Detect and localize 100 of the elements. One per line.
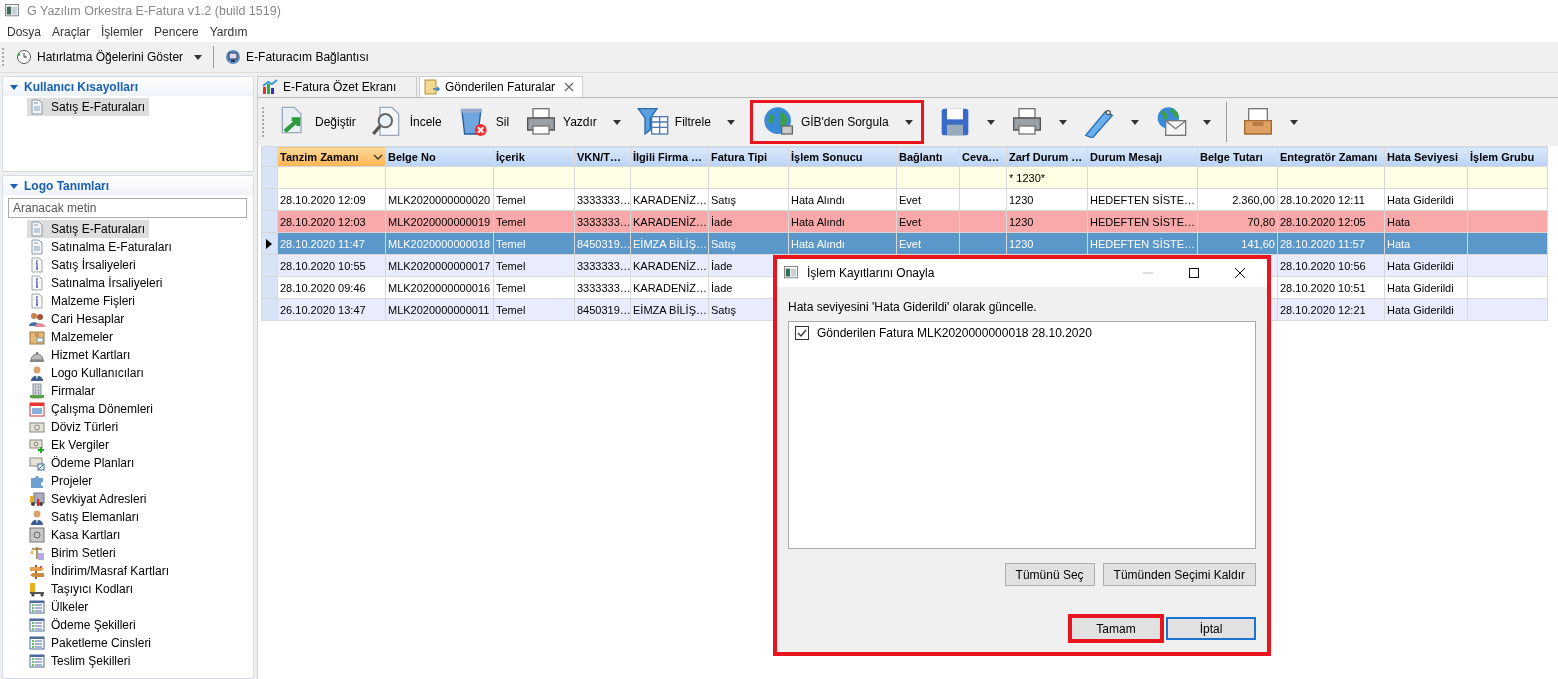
sidebar-item[interactable]: Logo Kullanıcıları bbox=[27, 364, 148, 382]
dialog-button[interactable]: Tamam bbox=[1071, 617, 1161, 640]
building-icon bbox=[29, 383, 45, 399]
truck-icon bbox=[29, 491, 45, 507]
table-cell: HEDEFTEN SİSTE… bbox=[1087, 188, 1198, 211]
column-header[interactable]: VKN/T… bbox=[574, 146, 631, 167]
info-document-icon bbox=[29, 293, 45, 309]
sidebar-item[interactable]: Teslim Şekilleri bbox=[27, 652, 135, 670]
chart-icon bbox=[262, 79, 278, 95]
caret-icon bbox=[1130, 119, 1139, 125]
menu-item[interactable]: Pencere bbox=[149, 25, 205, 39]
tab[interactable]: Gönderilen Faturalar bbox=[419, 76, 584, 97]
dialog-button[interactable]: İptal bbox=[1166, 617, 1256, 640]
toolbar-button[interactable]: Hatırlatma Öğelerini Göster bbox=[12, 47, 207, 67]
table-cell: 3333333… bbox=[574, 276, 631, 299]
sidebar-item[interactable]: Satış Elemanları bbox=[27, 508, 144, 526]
sidebar-item[interactable]: Sevkiyat Adresleri bbox=[27, 490, 151, 508]
toolbar-button[interactable]: Değiştir bbox=[270, 100, 363, 144]
panel-header[interactable]: Logo Tanımları bbox=[3, 176, 253, 195]
table-cell: Hata Alındı bbox=[788, 188, 897, 211]
caret-icon bbox=[904, 119, 913, 125]
info-document-icon bbox=[29, 275, 45, 291]
sidebar-item[interactable]: Ülkeler bbox=[27, 598, 93, 616]
app-icon bbox=[4, 4, 20, 18]
sidebar-item[interactable]: Döviz Türleri bbox=[27, 418, 123, 436]
column-header[interactable]: Belge Tutarı bbox=[1197, 146, 1278, 167]
caret-icon bbox=[612, 119, 621, 125]
sidebar-item[interactable]: Cari Hesaplar bbox=[27, 310, 129, 328]
menu-item[interactable]: Yardım bbox=[204, 25, 254, 39]
sidebar-item[interactable]: İndirim/Masraf Kartları bbox=[27, 562, 174, 580]
sidebar-item[interactable]: Satış E-Faturaları bbox=[27, 98, 150, 116]
menu-item[interactable]: İşlemler bbox=[96, 25, 150, 39]
toolbar-button[interactable]: E-Faturacım Bağlantısı bbox=[221, 47, 373, 67]
toolbar-button[interactable]: Yazdır bbox=[518, 100, 628, 144]
toolbar-button[interactable]: İncele bbox=[364, 100, 449, 144]
column-header[interactable]: Durum Mesajı bbox=[1087, 146, 1198, 167]
table-cell: Satış bbox=[708, 188, 789, 211]
sort-chevron-icon bbox=[373, 153, 383, 160]
tab[interactable]: E-Fatura Özet Ekranı bbox=[257, 76, 417, 97]
list-icon bbox=[29, 635, 45, 651]
close-icon[interactable] bbox=[1235, 268, 1245, 278]
list-item-label: Gönderilen Fatura MLK2020000000018 28.10.2020 bbox=[817, 326, 1092, 340]
dialog-message: Hata seviyesini 'Hata Giderildi' olarak güncelle. bbox=[788, 300, 1038, 314]
checkbox[interactable] bbox=[795, 326, 809, 340]
search-field[interactable]: Aranacak metin bbox=[8, 198, 247, 218]
caret-icon bbox=[986, 119, 995, 125]
sidebar-item[interactable]: Paketleme Cinsleri bbox=[27, 634, 156, 652]
toolbar-button[interactable]: Sil bbox=[450, 100, 517, 144]
inbox-tray-icon bbox=[1241, 106, 1274, 138]
column-header[interactable]: İşlem Sonucu bbox=[788, 146, 897, 167]
collapse-triangle-icon bbox=[10, 82, 18, 91]
document-icon bbox=[29, 99, 45, 115]
list-action-button[interactable]: Tümünden Seçimi Kaldır bbox=[1102, 563, 1256, 586]
table-row[interactable]: 28.10.2020 12:09 MLK2020000000020 Temel 3333333… KARADENİZ… Satış Hata Alındı Evet 1230 HEDEFTEN SİSTE… 2.360,00 28.10.2020 12:11 Hata Giderildi bbox=[261, 188, 1548, 211]
column-header[interactable]: Entegratör Zamanı bbox=[1277, 146, 1385, 167]
table-cell: Evet bbox=[896, 188, 960, 211]
table-cell: 3333333… bbox=[574, 188, 631, 211]
column-header[interactable]: Tanzim Zamanı bbox=[277, 146, 386, 167]
column-header[interactable]: Zarf Durum … bbox=[1006, 146, 1088, 167]
table-cell: Temel bbox=[493, 188, 575, 211]
column-header[interactable]: Ceva… bbox=[959, 146, 1007, 167]
sidebar-item[interactable]: Birim Setleri bbox=[27, 544, 120, 562]
sidebar-item[interactable]: Çalışma Dönemleri bbox=[27, 400, 158, 418]
sidebar-item[interactable]: Hizmet Kartları bbox=[27, 346, 135, 364]
maximize-icon[interactable] bbox=[1189, 268, 1199, 278]
sidebar-item[interactable]: Malzemeler bbox=[27, 328, 117, 346]
toolbar-button[interactable]: Filtrele bbox=[629, 100, 742, 144]
caret-icon bbox=[1289, 119, 1298, 125]
sidebar-item[interactable]: Satınalma E-Faturaları bbox=[27, 238, 176, 256]
menu-item[interactable]: Dosya bbox=[2, 25, 47, 39]
sidebar-item[interactable]: Ek Vergiler bbox=[27, 436, 114, 454]
sidebar-item[interactable]: Ödeme Planları bbox=[27, 454, 139, 472]
banknote-pencil-icon bbox=[29, 455, 45, 471]
panel-header[interactable]: Kullanıcı Kısayolları bbox=[3, 77, 253, 96]
column-header[interactable]: İlgili Firma … bbox=[630, 146, 709, 167]
sidebar-item[interactable]: Satış E-Faturaları bbox=[27, 220, 150, 238]
column-header[interactable]: İçerik bbox=[493, 146, 575, 167]
column-header[interactable]: İşlem Grubu bbox=[1467, 146, 1548, 167]
sidebar-item[interactable]: Ödeme Şekilleri bbox=[27, 616, 140, 634]
column-header[interactable]: Bağlantı bbox=[896, 146, 960, 167]
toolbar-button[interactable]: GİB'den Sorgula bbox=[749, 100, 924, 144]
sidebar-item[interactable]: Taşıyıcı Kodları bbox=[27, 580, 138, 598]
list-action-button[interactable]: Tümünü Seç bbox=[1004, 563, 1095, 586]
table-row[interactable]: 28.10.2020 12:03 MLK2020000000019 Temel 3333333… KARADENİZ… İade Hata Alındı Evet 1230 HEDEFTEN SİSTE… 70,80 28.10.2020 12:05 Hata bbox=[261, 210, 1548, 233]
sidebar-item[interactable]: Kasa Kartları bbox=[27, 526, 125, 544]
column-header[interactable]: Hata Seviyesi bbox=[1384, 146, 1468, 167]
sidebar-item[interactable]: Malzeme Fişleri bbox=[27, 292, 139, 310]
sidebar-item[interactable]: Satınalma İrsaliyeleri bbox=[27, 274, 167, 292]
list-icon bbox=[29, 599, 45, 615]
printer-icon bbox=[525, 106, 558, 138]
monitor-icon bbox=[225, 49, 242, 65]
sidebar-item[interactable]: Firmalar bbox=[27, 382, 99, 400]
column-header[interactable]: Belge No bbox=[385, 146, 494, 167]
sidebar-item[interactable]: Projeler bbox=[27, 472, 97, 490]
table-cell: 28.10.2020 10:51 bbox=[1277, 276, 1385, 299]
caret-icon bbox=[1058, 119, 1067, 125]
menu-item[interactable]: Araçlar bbox=[47, 25, 97, 39]
table-cell: 2.360,00 bbox=[1197, 188, 1278, 211]
sidebar-item[interactable]: Satış İrsaliyeleri bbox=[27, 256, 140, 274]
column-header[interactable]: Fatura Tipi bbox=[708, 146, 789, 167]
